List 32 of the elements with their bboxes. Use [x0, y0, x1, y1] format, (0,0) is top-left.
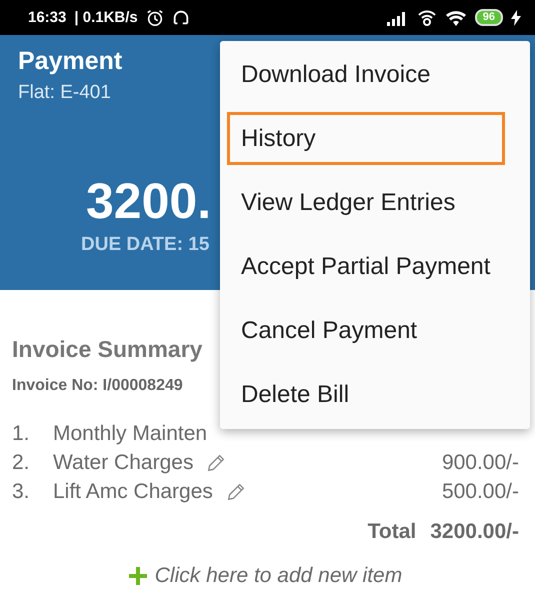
item-name: Water Charges: [53, 450, 194, 474]
total-amount: 3200.00/-: [430, 520, 519, 544]
add-item-link[interactable]: Click here to add new item: [154, 564, 402, 588]
menu-item[interactable]: Download Invoice: [241, 61, 430, 89]
plus-icon[interactable]: [128, 567, 147, 585]
item-index: 1.: [12, 422, 31, 446]
invoice-number: Invoice No: I/00008249: [12, 377, 183, 395]
item-name: Monthly Mainten: [53, 422, 208, 446]
menu-item[interactable]: Delete Bill: [241, 381, 350, 409]
amount-due: 3200.: [86, 172, 212, 230]
charging-bolt-icon: [511, 10, 521, 26]
clock-time: 16:33: [28, 9, 66, 26]
menu-item[interactable]: Accept Partial Payment: [241, 253, 490, 281]
section-title: Invoice Summary: [12, 336, 202, 363]
item-amount: 900.00/-: [442, 450, 519, 474]
item-index: 3.: [12, 480, 31, 504]
menu-item[interactable]: View Ledger Entries: [241, 189, 456, 217]
total-label: Total: [368, 520, 416, 544]
item-index: 2.: [12, 450, 31, 474]
menu-item[interactable]: Cancel Payment: [241, 317, 418, 345]
hotspot-icon: [416, 8, 437, 26]
flat-label: Flat: E-401: [18, 82, 111, 104]
due-date: DUE DATE: 15: [81, 234, 210, 256]
alarm-clock-icon: [146, 8, 164, 26]
headphones-icon: [172, 8, 190, 26]
item-amount: 500.00/-: [442, 480, 519, 504]
page-title: Payment: [18, 47, 122, 76]
wifi-icon: [444, 8, 467, 26]
item-name: Lift Amc Charges: [53, 480, 213, 504]
battery-level: 96: [474, 9, 503, 26]
menu-item[interactable]: History: [241, 125, 316, 153]
network-speed: | 0.1KB/s: [74, 9, 138, 26]
